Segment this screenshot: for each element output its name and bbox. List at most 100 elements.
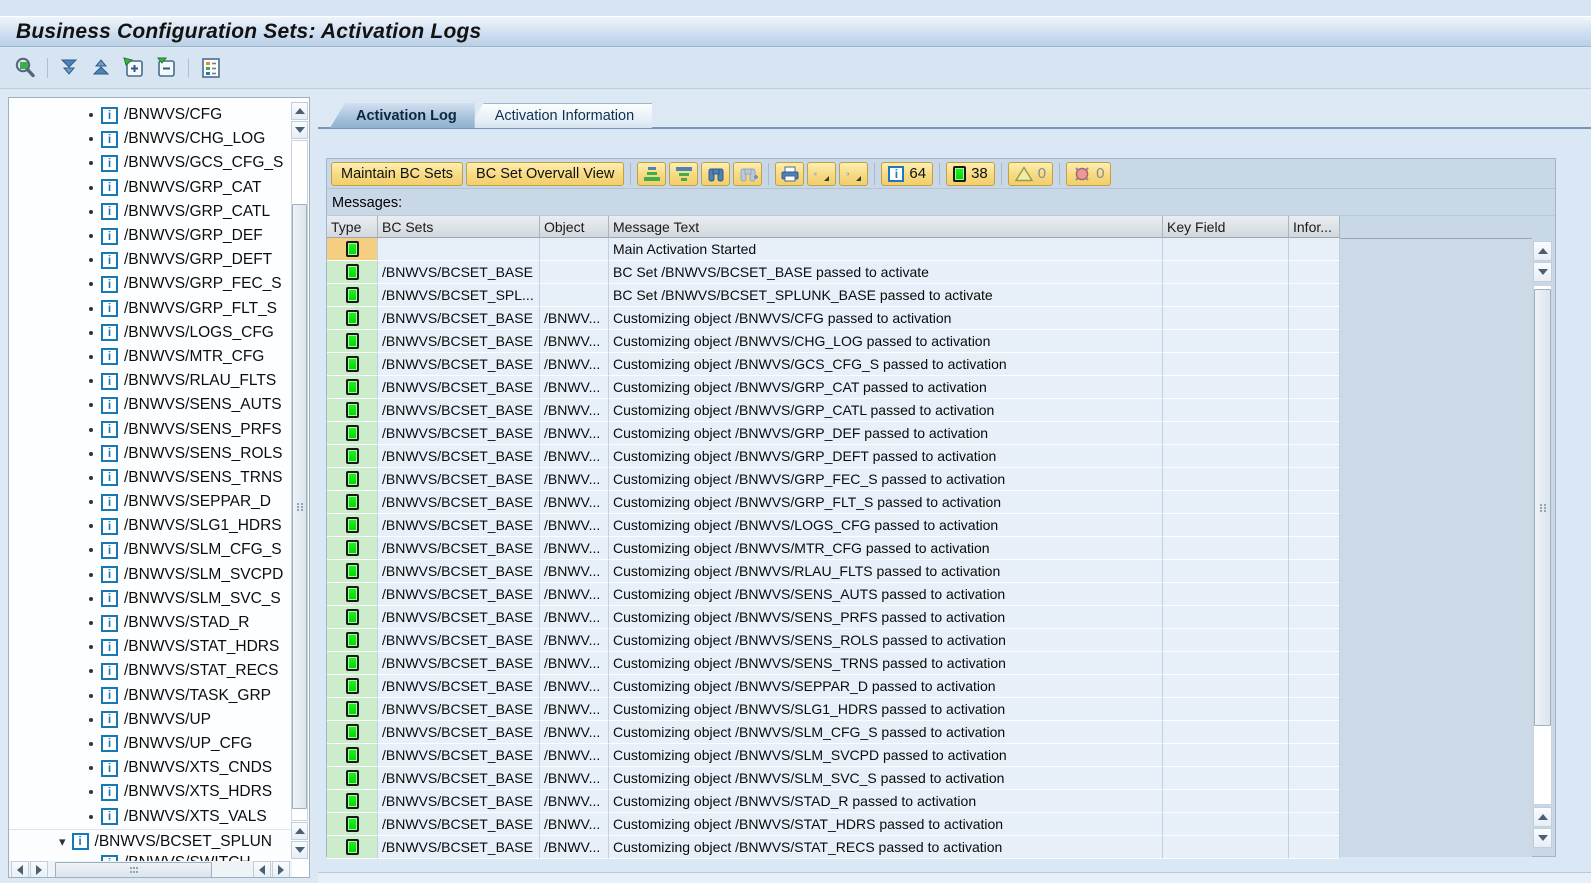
chevron-down-icon[interactable]: ▾ — [59, 834, 66, 850]
type-cell[interactable] — [327, 261, 378, 284]
type-cell[interactable] — [327, 468, 378, 491]
tree-item[interactable]: i/BNWVS/TASK_GRP — [9, 684, 292, 708]
type-cell[interactable] — [327, 813, 378, 836]
tree-item[interactable]: i/BNWVS/XTS_VALS — [9, 804, 292, 828]
table-row[interactable]: /BNWVS/BCSET_BASE/BNWV...Customizing obj… — [327, 721, 1340, 744]
type-cell[interactable] — [327, 307, 378, 330]
table-row[interactable]: /BNWVS/BCSET_BASE/BNWV...Customizing obj… — [327, 399, 1340, 422]
table-row[interactable]: Main Activation Started — [327, 238, 1340, 261]
type-cell[interactable] — [327, 491, 378, 514]
type-cell[interactable] — [327, 284, 378, 307]
table-row[interactable]: /BNWVS/BCSET_BASE/BNWV...Customizing obj… — [327, 606, 1340, 629]
tree-horizontal-scrollbar-thumb[interactable] — [55, 862, 212, 878]
tree-scroll-left-button[interactable] — [11, 861, 29, 878]
table-row[interactable]: /BNWVS/BCSET_BASE/BNWV...Customizing obj… — [327, 422, 1340, 445]
tree-item[interactable]: i/BNWVS/GRP_CATL — [9, 200, 292, 224]
column-header-object[interactable]: Object — [540, 216, 609, 238]
tree-item[interactable]: i/BNWVS/CFG — [9, 103, 292, 127]
tree-horizontal-scrollbar[interactable] — [9, 861, 292, 878]
type-cell[interactable] — [327, 629, 378, 652]
tree-scroll-right-button-right[interactable] — [272, 861, 290, 878]
type-cell[interactable] — [327, 238, 378, 261]
table-row[interactable]: /BNWVS/BCSET_BASE/BNWV...Customizing obj… — [327, 767, 1340, 790]
type-cell[interactable] — [327, 560, 378, 583]
type-cell[interactable] — [327, 698, 378, 721]
table-row[interactable]: /BNWVS/BCSET_BASE/BNWV...Customizing obj… — [327, 813, 1340, 836]
tree-item[interactable]: i/BNWVS/GRP_DEF — [9, 224, 292, 248]
type-cell[interactable] — [327, 606, 378, 629]
table-row[interactable]: /BNWVS/BCSET_BASE/BNWV...Customizing obj… — [327, 307, 1340, 330]
tree-node-bcset-splunk[interactable]: ▾ i /BNWVS/BCSET_SPLUN — [9, 829, 292, 853]
tree-item[interactable]: i/BNWVS/XTS_CNDS — [9, 756, 292, 780]
type-cell[interactable] — [327, 790, 378, 813]
table-row[interactable]: /BNWVS/BCSET_BASE/BNWV...Customizing obj… — [327, 652, 1340, 675]
tree-item[interactable]: i/BNWVS/SENS_TRNS — [9, 466, 292, 490]
print-button[interactable] — [775, 162, 804, 186]
tree-item[interactable]: i/BNWVS/GRP_FLT_S — [9, 297, 292, 321]
type-cell[interactable] — [327, 376, 378, 399]
type-cell[interactable] — [327, 767, 378, 790]
table-row[interactable]: /BNWVS/BCSET_BASE/BNWV...Customizing obj… — [327, 675, 1340, 698]
tree-scroll-up-button-bottom[interactable] — [291, 822, 308, 840]
tree-item[interactable]: i/BNWVS/SLM_SVCPD — [9, 563, 292, 587]
table-row[interactable]: /BNWVS/BCSET_BASE/BNWV...Customizing obj… — [327, 629, 1340, 652]
tab-activation-information[interactable]: Activation Information — [469, 103, 652, 128]
choose-views-button[interactable] — [807, 162, 836, 186]
table-scroll-up-button[interactable] — [1533, 241, 1552, 261]
maintain-bc-sets-button[interactable]: Maintain BC Sets — [331, 162, 463, 186]
collapse-all-icon[interactable] — [89, 55, 115, 81]
type-cell[interactable] — [327, 353, 378, 376]
table-row[interactable]: /BNWVS/BCSET_BASE/BNWV...Customizing obj… — [327, 468, 1340, 491]
tree-item[interactable]: i/BNWVS/GRP_CAT — [9, 176, 292, 200]
expand-all-icon[interactable] — [57, 55, 83, 81]
table-row[interactable]: /BNWVS/BCSET_BASE/BNWV...Customizing obj… — [327, 445, 1340, 468]
table-row[interactable]: /BNWVS/BCSET_BASE/BNWV...Customizing obj… — [327, 330, 1340, 353]
tree-item[interactable]: i/BNWVS/SENS_PRFS — [9, 417, 292, 441]
type-cell[interactable] — [327, 836, 378, 859]
table-row[interactable]: /BNWVS/BCSET_BASE/BNWV...Customizing obj… — [327, 376, 1340, 399]
tree-item[interactable]: i/BNWVS/RLAU_FLTS — [9, 369, 292, 393]
tree-item[interactable]: i/BNWVS/SENS_ROLS — [9, 442, 292, 466]
tree-item[interactable]: i/BNWVS/SLM_SVC_S — [9, 587, 292, 611]
column-header-type[interactable]: Type — [327, 216, 378, 238]
table-row[interactable]: /BNWVS/BCSET_BASE/BNWV...Customizing obj… — [327, 583, 1340, 606]
tree-scroll-up-button[interactable] — [291, 102, 308, 120]
export-button[interactable] — [839, 162, 868, 186]
tree-scroll-right-button[interactable] — [30, 861, 48, 878]
table-scroll-down-button[interactable] — [1533, 262, 1552, 282]
column-header-information[interactable]: Infor... — [1289, 216, 1340, 238]
table-row[interactable]: /BNWVS/BCSET_BASE/BNWV...Customizing obj… — [327, 560, 1340, 583]
table-row[interactable]: /BNWVS/BCSET_BASE/BNWV...Customizing obj… — [327, 537, 1340, 560]
bc-set-overall-view-button[interactable]: BC Set Overvall View — [466, 162, 624, 186]
find-next-button[interactable] — [733, 162, 762, 186]
find-button[interactable] — [701, 162, 730, 186]
sort-descending-button[interactable] — [669, 162, 698, 186]
find-icon[interactable] — [12, 55, 38, 81]
tree-item[interactable]: i/BNWVS/UP_CFG — [9, 732, 292, 756]
info-count-button[interactable]: i 64 — [881, 162, 933, 186]
type-cell[interactable] — [327, 675, 378, 698]
table-row[interactable]: /BNWVS/BCSET_BASE/BNWV...Customizing obj… — [327, 744, 1340, 767]
tree-item[interactable]: i/BNWVS/STAD_R — [9, 611, 292, 635]
table-row[interactable]: /BNWVS/BCSET_BASEBC Set /BNWVS/BCSET_BAS… — [327, 261, 1340, 284]
type-cell[interactable] — [327, 537, 378, 560]
type-cell[interactable] — [327, 422, 378, 445]
table-row[interactable]: /BNWVS/BCSET_BASE/BNWV...Customizing obj… — [327, 514, 1340, 537]
sort-ascending-button[interactable] — [637, 162, 666, 186]
type-cell[interactable] — [327, 583, 378, 606]
table-scroll-up-button-bottom[interactable] — [1533, 807, 1552, 827]
column-header-message-text[interactable]: Message Text — [609, 216, 1163, 238]
tree-item[interactable]: i/BNWVS/CHG_LOG — [9, 127, 292, 151]
column-header-bc-sets[interactable]: BC Sets — [378, 216, 540, 238]
table-vertical-scrollbar-thumb[interactable] — [1534, 289, 1551, 726]
tree-item[interactable]: i/BNWVS/SLM_CFG_S — [9, 538, 292, 562]
tree-item[interactable]: i/BNWVS/GRP_DEFT — [9, 248, 292, 272]
tree-item[interactable]: i/BNWVS/GRP_FEC_S — [9, 272, 292, 296]
tree-item[interactable]: i/BNWVS/SENS_AUTS — [9, 393, 292, 417]
tree-scroll-left-button-right[interactable] — [253, 861, 271, 878]
type-cell[interactable] — [327, 744, 378, 767]
table-row[interactable]: /BNWVS/BCSET_BASE/BNWV...Customizing obj… — [327, 353, 1340, 376]
table-row[interactable]: /BNWVS/BCSET_BASE/BNWV...Customizing obj… — [327, 836, 1340, 859]
table-row[interactable]: /BNWVS/BCSET_SPL...BC Set /BNWVS/BCSET_S… — [327, 284, 1340, 307]
tree-scroll-down-button-bottom[interactable] — [291, 841, 308, 859]
